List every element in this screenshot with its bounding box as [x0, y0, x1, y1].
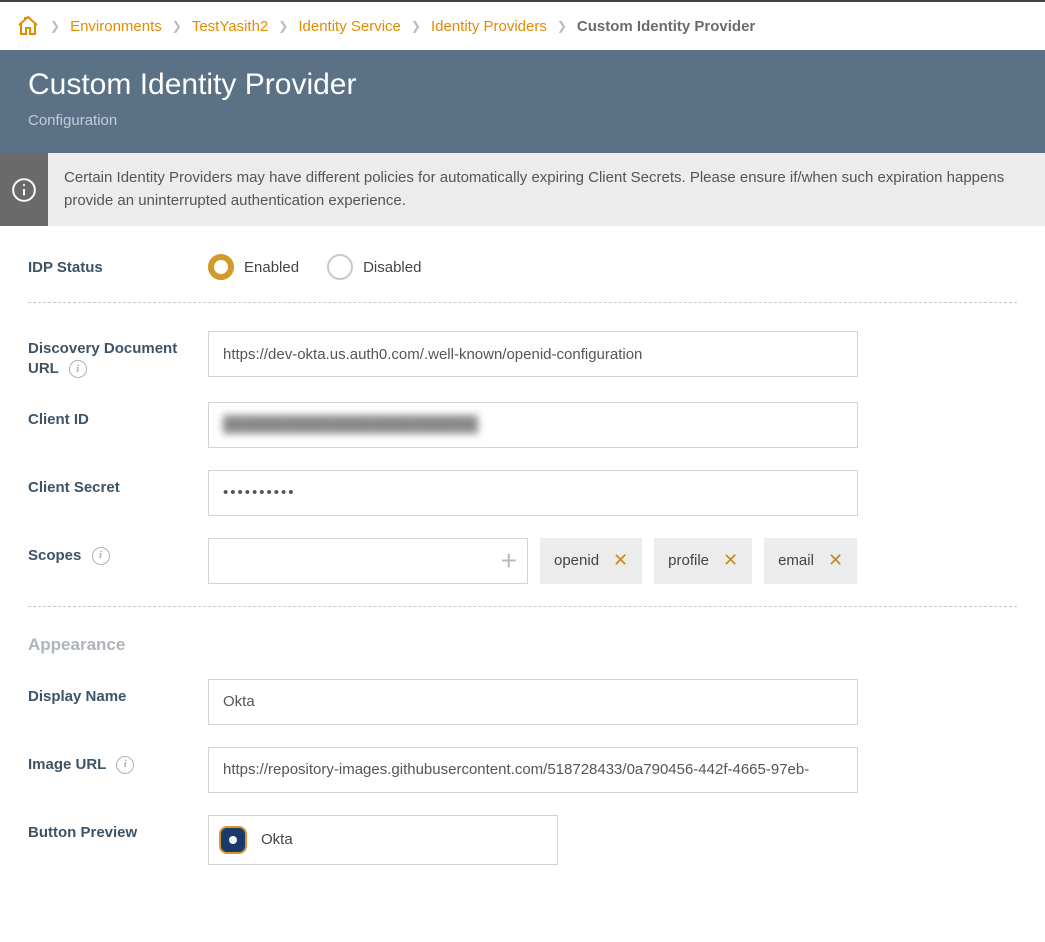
client-secret-input[interactable] — [208, 470, 858, 516]
scope-chip-label: email — [778, 552, 814, 569]
radio-label: Enabled — [244, 259, 299, 276]
page-subtitle: Configuration — [28, 112, 1017, 129]
button-preview[interactable]: Okta — [208, 815, 558, 865]
remove-scope-icon[interactable]: ✕ — [828, 550, 843, 571]
chevron-icon: ❯ — [50, 19, 60, 33]
label-display-name: Display Name — [28, 679, 208, 707]
label-button-preview: Button Preview — [28, 815, 208, 843]
info-text: Certain Identity Providers may have diff… — [48, 153, 1045, 226]
plus-icon: + — [501, 545, 517, 577]
section-appearance: Appearance — [28, 635, 1017, 655]
label-idp-status: IDP Status — [28, 250, 208, 278]
scope-chip-profile: profile ✕ — [654, 538, 752, 584]
breadcrumb-link[interactable]: TestYasith2 — [192, 18, 268, 35]
info-bar: Certain Identity Providers may have diff… — [0, 153, 1045, 226]
scope-chip-label: openid — [554, 552, 599, 569]
info-tooltip-icon[interactable]: i — [92, 547, 110, 565]
display-name-input[interactable] — [208, 679, 858, 725]
image-url-input[interactable] — [208, 747, 858, 793]
remove-scope-icon[interactable]: ✕ — [723, 550, 738, 571]
radio-disabled[interactable]: Disabled — [327, 254, 421, 280]
label-client-id: Client ID — [28, 402, 208, 430]
info-tooltip-icon[interactable]: i — [116, 756, 134, 774]
scope-add-input[interactable]: + — [208, 538, 528, 584]
row-button-preview: Button Preview Okta — [28, 815, 1017, 865]
row-display-name: Display Name — [28, 679, 1017, 725]
label-discovery-url: Discovery Document URL i — [28, 331, 208, 380]
row-image-url: Image URL i — [28, 747, 1017, 793]
chevron-icon: ❯ — [557, 19, 567, 33]
divider — [28, 302, 1017, 303]
preview-badge-icon — [219, 826, 247, 854]
scope-chip-label: profile — [668, 552, 709, 569]
info-icon — [0, 153, 48, 226]
radio-enabled[interactable]: Enabled — [208, 254, 299, 280]
divider — [28, 606, 1017, 607]
row-client-secret: Client Secret — [28, 470, 1017, 516]
scope-chip-email: email ✕ — [764, 538, 857, 584]
page-banner: Custom Identity Provider Configuration — [0, 50, 1045, 153]
radio-icon — [327, 254, 353, 280]
label-client-secret: Client Secret — [28, 470, 208, 498]
chevron-icon: ❯ — [278, 19, 288, 33]
radio-label: Disabled — [363, 259, 421, 276]
radio-icon — [208, 254, 234, 280]
info-tooltip-icon[interactable]: i — [69, 360, 87, 378]
breadcrumb-current: Custom Identity Provider — [577, 18, 755, 35]
label-scopes: Scopes i — [28, 538, 208, 566]
remove-scope-icon[interactable]: ✕ — [613, 550, 628, 571]
row-discovery-url: Discovery Document URL i — [28, 331, 1017, 380]
breadcrumb-link[interactable]: Environments — [70, 18, 162, 35]
page-title: Custom Identity Provider — [28, 68, 1017, 102]
button-preview-text: Okta — [261, 831, 293, 848]
row-scopes: Scopes i + openid ✕ profile ✕ email ✕ — [28, 538, 1017, 584]
breadcrumb-link[interactable]: Identity Providers — [431, 18, 547, 35]
scope-chip-openid: openid ✕ — [540, 538, 642, 584]
form-area: IDP Status Enabled Disabled Discovery Do… — [0, 226, 1045, 911]
client-id-value: ████████████████████████ — [223, 416, 478, 433]
breadcrumb-link[interactable]: Identity Service — [298, 18, 401, 35]
label-image-url: Image URL i — [28, 747, 208, 775]
radio-group-idp-status: Enabled Disabled — [208, 250, 1017, 280]
client-id-input[interactable]: ████████████████████████ — [208, 402, 858, 448]
chevron-icon: ❯ — [172, 19, 182, 33]
discovery-url-input[interactable] — [208, 331, 858, 377]
breadcrumb: ❯ Environments ❯ TestYasith2 ❯ Identity … — [0, 0, 1045, 50]
row-idp-status: IDP Status Enabled Disabled — [28, 250, 1017, 280]
chevron-icon: ❯ — [411, 19, 421, 33]
row-client-id: Client ID ████████████████████████ — [28, 402, 1017, 448]
home-icon[interactable] — [16, 14, 40, 38]
